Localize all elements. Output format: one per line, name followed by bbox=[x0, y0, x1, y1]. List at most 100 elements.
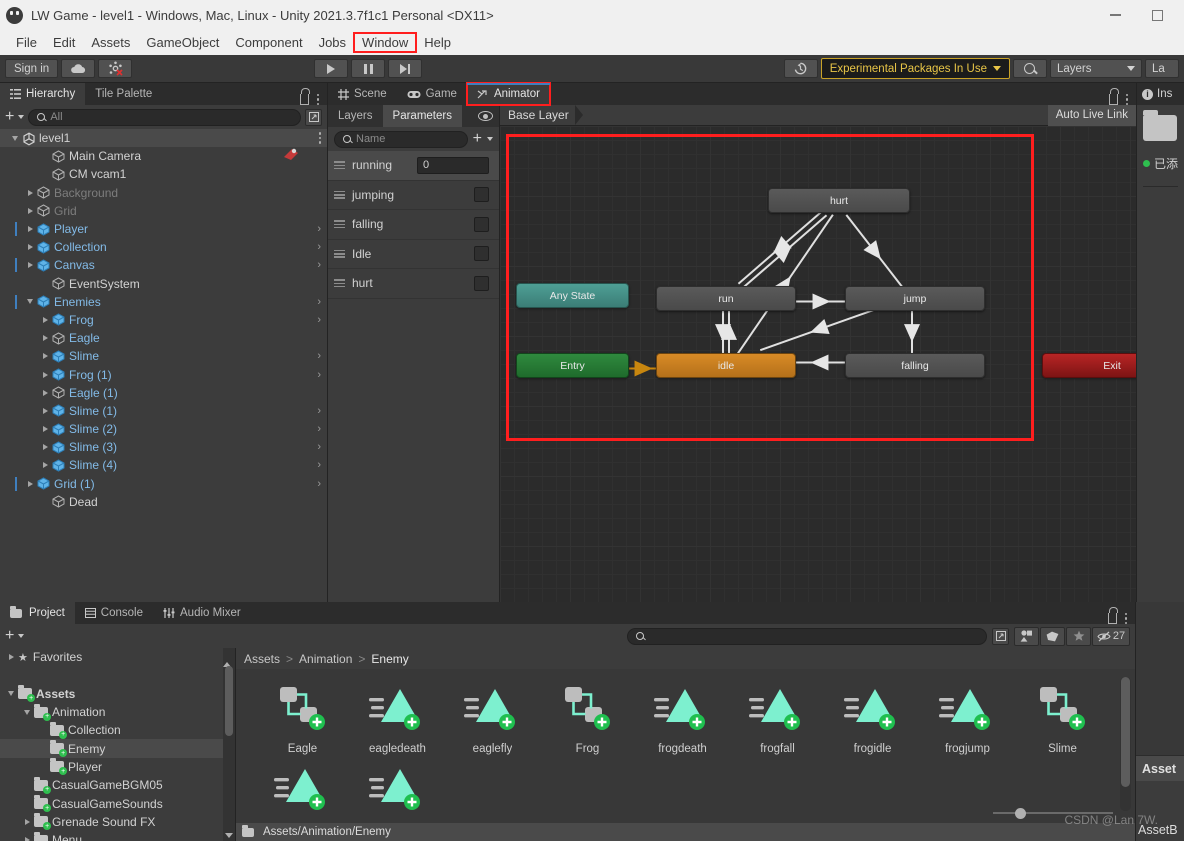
twisty[interactable] bbox=[38, 275, 52, 293]
parameter-search-input[interactable]: Name bbox=[334, 130, 468, 148]
minimize-button[interactable] bbox=[1094, 1, 1136, 29]
tab-parameters[interactable]: Parameters bbox=[382, 105, 462, 127]
step-button[interactable] bbox=[388, 59, 423, 78]
asset-item-eaglefly[interactable]: eaglefly bbox=[446, 681, 539, 755]
state-node-hurt[interactable]: hurt bbox=[768, 188, 910, 213]
base-layer-label[interactable]: Base Layer bbox=[500, 108, 577, 122]
hierarchy-item-slime-1-[interactable]: Slime (1) › bbox=[0, 402, 327, 420]
chevron-down-icon[interactable] bbox=[487, 137, 493, 141]
hierarchy-item-grid-1-[interactable]: Grid (1) › bbox=[0, 475, 327, 493]
twisty[interactable] bbox=[38, 147, 52, 165]
play-button[interactable] bbox=[314, 59, 349, 78]
twisty[interactable] bbox=[38, 402, 52, 420]
favorite-icon[interactable] bbox=[1066, 626, 1091, 646]
twisty[interactable] bbox=[38, 165, 52, 183]
asset-item[interactable] bbox=[256, 761, 349, 823]
twisty[interactable] bbox=[23, 202, 37, 220]
parameter-checkbox[interactable] bbox=[474, 187, 489, 203]
sign-in-button[interactable]: Sign in bbox=[5, 59, 59, 78]
prefab-open-chevron[interactable]: › bbox=[317, 259, 321, 271]
chevron-down-icon[interactable] bbox=[18, 115, 25, 119]
breadcrumb-animation[interactable]: Animation bbox=[299, 652, 352, 666]
hierarchy-item-slime[interactable]: Slime › bbox=[0, 347, 327, 365]
tab-layers[interactable]: Layers bbox=[328, 105, 383, 127]
scrollbar-thumb[interactable] bbox=[1121, 677, 1130, 787]
state-node-entry[interactable]: Entry bbox=[516, 353, 629, 378]
label-filter-icon[interactable] bbox=[1040, 626, 1065, 646]
experimental-packages-button[interactable]: Experimental Packages In Use bbox=[820, 58, 1010, 79]
asset-item-frog[interactable]: Frog bbox=[541, 681, 634, 755]
menu-jobs[interactable]: Jobs bbox=[311, 33, 354, 52]
twisty[interactable] bbox=[38, 438, 52, 456]
chevron-down-icon[interactable] bbox=[18, 634, 25, 638]
hierarchy-item-dead[interactable]: Dead bbox=[0, 493, 327, 511]
prefab-open-chevron[interactable]: › bbox=[317, 423, 321, 435]
state-node-jump[interactable]: jump bbox=[845, 286, 985, 311]
project-folder-tree[interactable]: ★ Favorites + Assets + Animation + Collection + E… bbox=[0, 648, 236, 841]
tab-animator[interactable]: Animator bbox=[465, 82, 551, 106]
transition-run-to-hurt[interactable] bbox=[741, 214, 828, 290]
cloud-icon[interactable] bbox=[61, 59, 96, 78]
prefab-open-chevron[interactable]: › bbox=[317, 405, 321, 417]
twisty[interactable] bbox=[38, 493, 52, 511]
twisty[interactable] bbox=[20, 831, 34, 841]
tab-game[interactable]: Game bbox=[396, 83, 467, 105]
drag-handle-icon[interactable] bbox=[334, 190, 345, 199]
project-folder-collection[interactable]: + Collection bbox=[0, 721, 235, 739]
twisty[interactable] bbox=[23, 184, 37, 202]
project-folder-blank[interactable] bbox=[0, 666, 235, 684]
project-folder-casualgamesounds[interactable]: + CasualGameSounds bbox=[0, 794, 235, 813]
twisty[interactable] bbox=[36, 740, 50, 758]
parameter-checkbox[interactable] bbox=[474, 216, 489, 232]
scroll-up-icon[interactable] bbox=[223, 648, 231, 667]
hierarchy-filter-button[interactable] bbox=[305, 108, 322, 126]
hierarchy-item-player[interactable]: Player › bbox=[0, 220, 327, 238]
scrollbar-thumb[interactable] bbox=[225, 666, 233, 736]
hierarchy-item-frog[interactable]: Frog › bbox=[0, 311, 327, 329]
more-options-icon[interactable] bbox=[1125, 93, 1128, 105]
tab-hierarchy[interactable]: Hierarchy bbox=[0, 83, 86, 105]
lock-icon[interactable] bbox=[299, 87, 310, 105]
create-asset-button[interactable]: + bbox=[5, 628, 14, 644]
menu-assets[interactable]: Assets bbox=[83, 33, 138, 52]
search-icon[interactable] bbox=[1012, 59, 1047, 78]
more-options-icon[interactable] bbox=[318, 132, 321, 144]
twisty[interactable] bbox=[20, 776, 34, 794]
twisty[interactable] bbox=[38, 420, 52, 438]
lock-icon[interactable] bbox=[1108, 87, 1119, 105]
more-options-icon[interactable] bbox=[316, 93, 319, 105]
prefab-open-chevron[interactable]: › bbox=[317, 459, 321, 471]
tab-scene[interactable]: Scene bbox=[328, 83, 397, 105]
project-folder-enemy[interactable]: + Enemy bbox=[0, 739, 235, 758]
asset-item-slime[interactable]: Slime bbox=[1016, 681, 1109, 755]
twisty[interactable] bbox=[38, 347, 52, 365]
hierarchy-item-slime-3-[interactable]: Slime (3) › bbox=[0, 438, 327, 456]
hierarchy-item-slime-2-[interactable]: Slime (2) › bbox=[0, 420, 327, 438]
eye-icon[interactable] bbox=[478, 111, 493, 121]
project-search-input[interactable] bbox=[627, 627, 987, 645]
parameter-row-jumping[interactable]: jumping bbox=[328, 181, 499, 210]
hierarchy-item-grid[interactable]: Grid bbox=[0, 202, 327, 220]
hierarchy-item-eagle[interactable]: Eagle bbox=[0, 329, 327, 347]
pause-button[interactable] bbox=[351, 59, 386, 78]
twisty[interactable] bbox=[38, 366, 52, 384]
twisty[interactable] bbox=[8, 129, 22, 147]
parameter-value-input[interactable]: 0 bbox=[417, 156, 489, 174]
history-icon[interactable] bbox=[783, 59, 818, 78]
menu-edit[interactable]: Edit bbox=[45, 33, 83, 52]
parameter-checkbox[interactable] bbox=[474, 246, 489, 262]
hidden-packages-count[interactable]: 27 bbox=[1092, 626, 1130, 646]
twisty[interactable] bbox=[4, 648, 18, 666]
parameter-row-idle[interactable]: Idle bbox=[328, 240, 499, 269]
project-folder-assets[interactable]: + Assets bbox=[0, 685, 235, 703]
hierarchy-item-slime-4-[interactable]: Slime (4) › bbox=[0, 456, 327, 474]
parameter-row-hurt[interactable]: hurt bbox=[328, 269, 499, 299]
lock-icon[interactable] bbox=[1107, 606, 1118, 624]
asset-item-frogdeath[interactable]: frogdeath bbox=[636, 681, 729, 755]
prefab-open-chevron[interactable]: › bbox=[317, 223, 321, 235]
twisty[interactable] bbox=[20, 795, 34, 813]
hierarchy-item-level1[interactable]: level1 bbox=[0, 129, 327, 148]
prefab-open-chevron[interactable]: › bbox=[317, 369, 321, 381]
prefab-open-chevron[interactable]: › bbox=[317, 314, 321, 326]
drag-handle-icon[interactable] bbox=[334, 220, 345, 229]
